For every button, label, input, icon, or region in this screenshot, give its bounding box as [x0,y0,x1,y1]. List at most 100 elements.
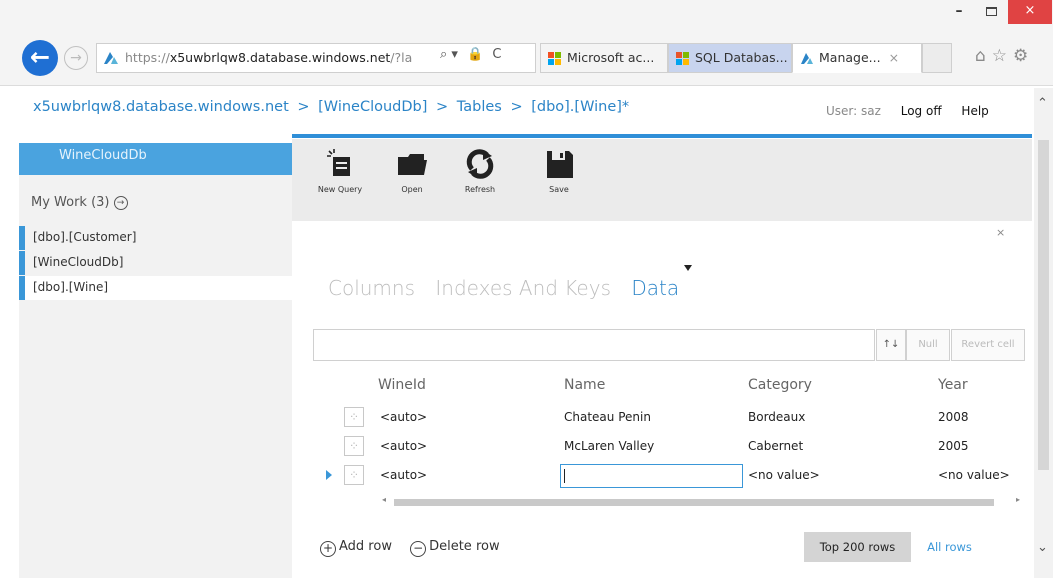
tab-manage[interactable]: Manage... × [792,43,922,73]
cell-wineid[interactable]: <auto> [380,468,427,482]
breadcrumb: x5uwbrlqw8.database.windows.net > [WineC… [33,99,629,115]
sidebar-item-wine[interactable]: [dbo].[Wine] [19,276,292,300]
delete-row-label: Delete row [429,539,500,554]
scroll-down-icon[interactable]: ⌄ [1037,540,1048,555]
table-row-new[interactable]: ⁘ <auto> <no value> <no value> [326,462,1030,490]
sidebar-item-winecloud[interactable]: [WineCloudDb] [19,251,292,275]
scroll-thumb[interactable] [394,499,994,506]
minimize-button[interactable]: – [944,0,974,24]
table-row[interactable]: ⁘ <auto> McLaren Valley Cabernet 2005 [340,433,1030,461]
revert-cell-button[interactable]: Revert cell [951,329,1025,361]
favorites-star-icon[interactable]: ☆ [992,46,1013,66]
breadcrumb-database[interactable]: [WineCloudDb] [318,99,427,115]
scroll-right-icon[interactable]: ▸ [1016,495,1020,504]
column-header-wineid[interactable]: WineId [378,377,426,393]
cell-category[interactable]: <no value> [748,468,820,482]
new-tab-button[interactable] [922,43,952,73]
tab-data[interactable]: Data [631,276,679,300]
cell-name[interactable]: McLaren Valley [564,439,654,453]
tab-label: SQL Databas... [695,50,788,65]
windows-logo-icon [676,52,689,65]
refresh-button[interactable]: Refresh [445,147,515,194]
url-scheme: https:// [125,50,170,65]
maximize-button[interactable] [976,0,1006,24]
row-options-icon[interactable]: ⁘ [344,436,364,456]
close-tab-icon[interactable]: × [889,50,899,65]
azure-icon [104,52,118,64]
window-titlebar: – × [0,0,1053,26]
maximize-icon [985,7,997,16]
home-icon[interactable]: ⌂ [975,46,992,66]
cell-wineid[interactable]: <auto> [380,410,427,424]
refresh-icon [466,149,494,179]
back-button[interactable]: ← [22,40,58,76]
scroll-up-icon[interactable]: ⌃ [1037,96,1048,111]
breadcrumb-separator: > [510,99,523,115]
breadcrumb-separator: > [297,99,310,115]
add-row-button[interactable]: + Add row [320,539,392,557]
sidebar-item-customer[interactable]: [dbo].[Customer] [19,226,292,250]
section-tabs: Columns Indexes And Keys Data [328,276,693,300]
row-options-icon[interactable]: ⁘ [344,465,364,485]
horizontal-scrollbar[interactable]: ◂ ▸ [378,495,1024,508]
forward-button[interactable]: → [64,46,88,70]
tab-microsoft[interactable]: Microsoft ac... [540,43,668,73]
cell-name-editor[interactable] [560,464,743,488]
breadcrumb-table[interactable]: [dbo].[Wine]* [531,99,629,115]
tab-columns[interactable]: Columns [328,276,415,300]
my-work-label: My Work (3) [31,195,110,210]
vertical-scrollbar[interactable]: ⌃ ⌄ [1034,88,1053,578]
lock-icon[interactable]: 🔒 [467,47,483,62]
column-header-name[interactable]: Name [564,377,605,393]
search-dropdown-icon[interactable]: ⌕ ▾ [440,47,458,62]
cell-year[interactable]: 2008 [938,410,969,424]
scroll-thumb[interactable] [1038,140,1049,470]
row-actions: + Add row − Delete row [320,539,514,557]
refresh-label: Refresh [464,185,496,194]
add-row-label: Add row [339,539,392,554]
logoff-link[interactable]: Log off [901,104,942,118]
all-rows-button[interactable]: All rows [912,532,987,562]
minus-circle-icon: − [410,541,427,557]
top-200-rows-button[interactable]: Top 200 rows [804,532,911,562]
save-label: Save [549,185,569,194]
breadcrumb-separator: > [436,99,449,115]
sidebar-database-title[interactable]: WineCloudDb [19,143,292,175]
cell-year[interactable]: 2005 [938,439,969,453]
column-header-year[interactable]: Year [938,377,968,393]
tab-sql-databases[interactable]: SQL Databas... [668,43,792,73]
settings-gear-icon[interactable]: ⚙ [1013,46,1034,66]
help-link[interactable]: Help [961,104,988,118]
tab-indexes-and-keys[interactable]: Indexes And Keys [435,276,611,300]
scroll-left-icon[interactable]: ◂ [382,495,386,504]
cell-year[interactable]: <no value> [938,468,1010,482]
toolbar: New Query Open Refresh Save [292,139,1032,221]
new-query-button[interactable]: New Query [305,147,375,194]
cell-category[interactable]: Cabernet [748,439,803,453]
refresh-page-icon[interactable]: C [492,47,501,62]
my-work-header[interactable]: My Work (3) → [31,195,128,210]
close-panel-icon[interactable]: × [996,226,1005,239]
save-button[interactable]: Save [524,147,594,194]
url-host: x5uwbrlqw8.database.windows.net [169,50,391,65]
open-label: Open [401,185,423,194]
browser-navbar: ← → https://x5uwbrlqw8.database.windows.… [0,26,1053,86]
save-disk-icon [547,151,573,178]
delete-row-button[interactable]: − Delete row [410,539,500,557]
arrow-circle-icon[interactable]: → [113,196,128,210]
cell-name[interactable]: Chateau Penin [564,410,651,424]
column-header-category[interactable]: Category [748,377,812,393]
breadcrumb-server[interactable]: x5uwbrlqw8.database.windows.net [33,99,289,115]
row-options-icon[interactable]: ⁘ [344,407,364,427]
cell-category[interactable]: Bordeaux [748,410,805,424]
close-window-button[interactable]: × [1008,0,1052,24]
filter-input[interactable] [313,329,875,361]
table-row[interactable]: ⁘ <auto> Chateau Penin Bordeaux 2008 [340,404,1030,432]
microsoft-logo-icon [548,52,561,65]
null-button[interactable]: Null [906,329,950,361]
user-area: User: saz Log off Help [826,104,1005,118]
breadcrumb-tables[interactable]: Tables [457,99,502,115]
open-button[interactable]: Open [377,147,447,194]
cell-wineid[interactable]: <auto> [380,439,427,453]
sort-button[interactable]: ↑↓ [876,329,906,361]
